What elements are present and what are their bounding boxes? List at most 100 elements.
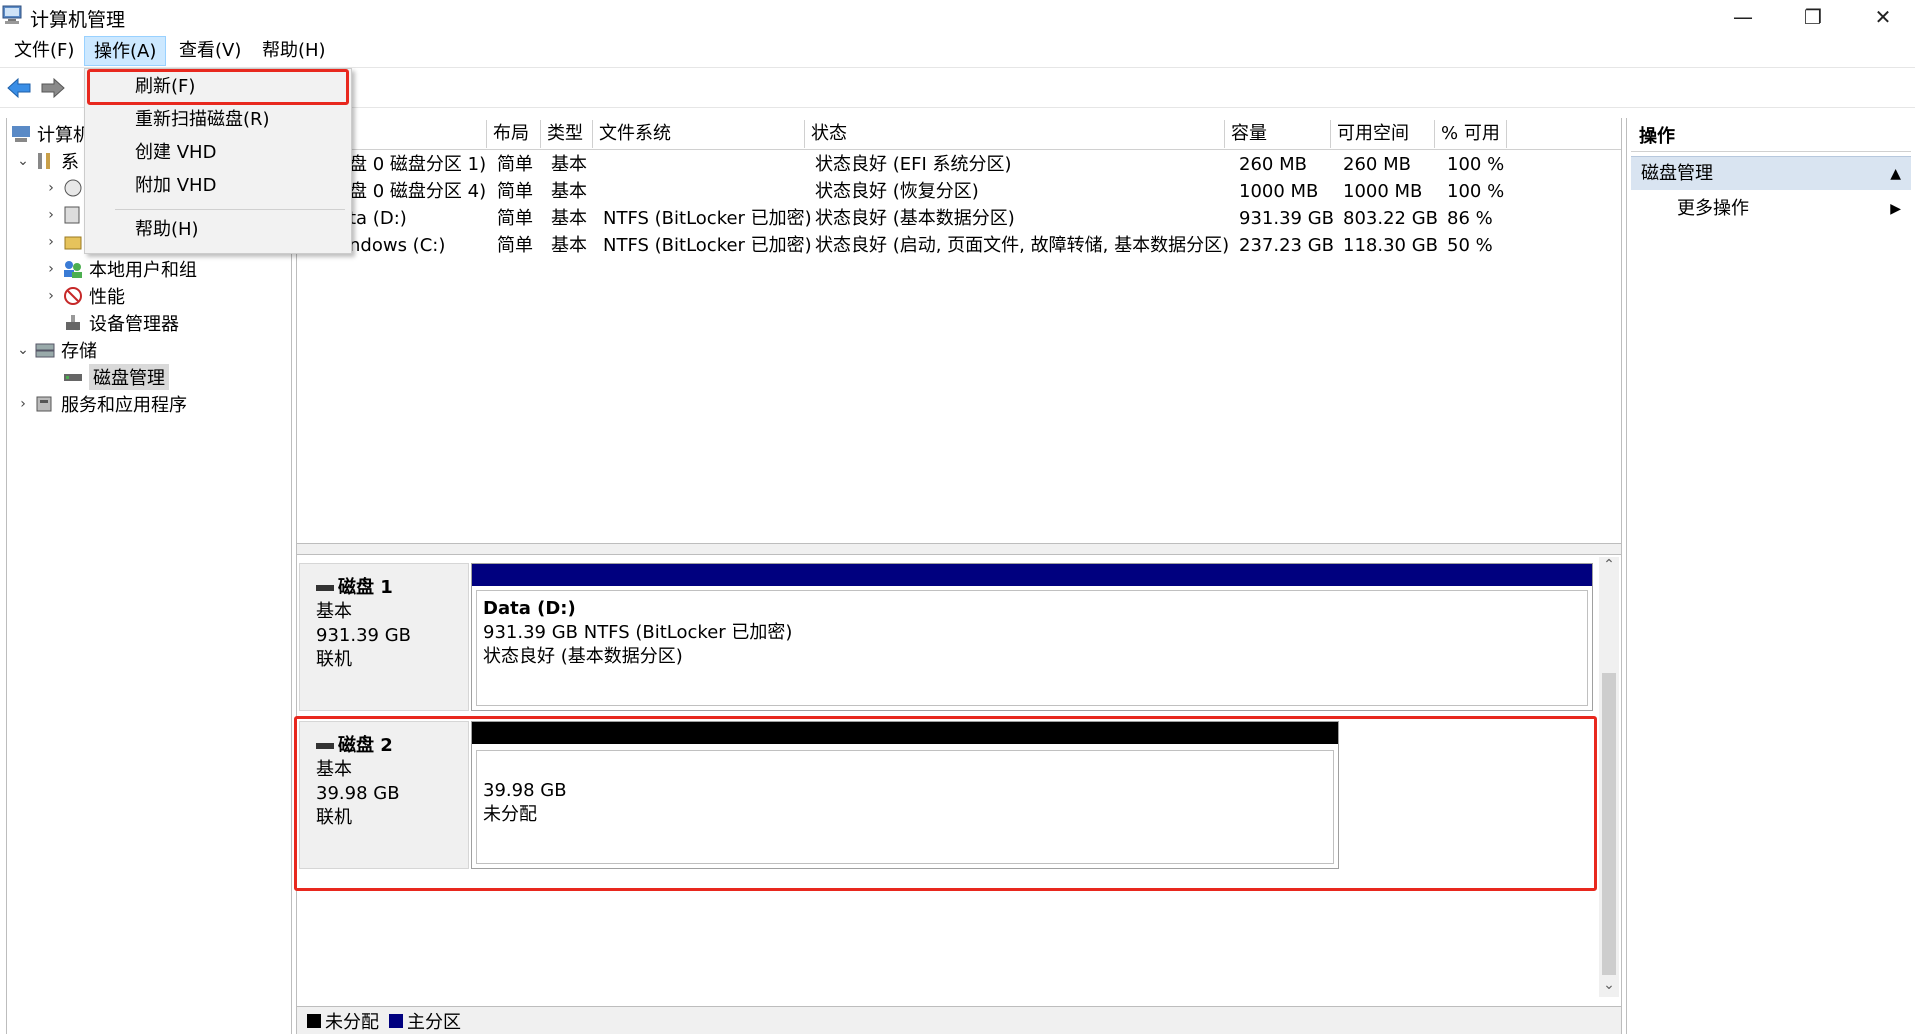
column-header-row: 布局 类型 文件系统 状态 容量 可用空间 % 可用 (297, 118, 1621, 150)
tree-label-local-users: 本地用户和组 (89, 259, 197, 281)
folder-icon (61, 231, 85, 253)
column-header-status[interactable]: 状态 (805, 120, 1225, 148)
column-header-layout[interactable]: 布局 (487, 120, 541, 148)
center-pane: 布局 类型 文件系统 状态 容量 可用空间 % 可用 盘 0 磁盘分区 1) 简… (296, 118, 1622, 1034)
tree-label-disk-management: 磁盘管理 (89, 363, 169, 390)
primary-partition-bar (472, 564, 1592, 586)
clock-icon (61, 177, 85, 199)
tree-label-services: 服务和应用程序 (61, 394, 187, 416)
chevron-right-icon[interactable]: › (13, 396, 33, 412)
tree-item-shared-folders[interactable]: › (41, 228, 89, 255)
column-header-capacity[interactable]: 容量 (1225, 120, 1331, 148)
submenu-arrow-icon: ▶ (1890, 201, 1901, 217)
legend-unallocated: 未分配 (307, 1008, 379, 1034)
tree-item-device-manager[interactable]: 设备管理器 (61, 309, 179, 336)
title-bar: 计算机管理 — ❐ ✕ (0, 0, 1915, 34)
column-header-pct[interactable]: % 可用 (1435, 120, 1507, 148)
close-button[interactable]: ✕ (1848, 0, 1915, 34)
menu-bar: 文件(F) 操作(A) 查看(V) 帮助(H) (0, 34, 1915, 68)
chevron-right-icon[interactable]: › (41, 261, 61, 277)
cell-capacity: 260 MB (1239, 154, 1307, 175)
disk-icon (61, 366, 85, 388)
tree-item-root[interactable]: 计算机 (9, 120, 91, 147)
tree-item-system-tools[interactable]: ⌄ 系 (13, 147, 79, 174)
highlight-refresh (87, 69, 349, 105)
tree-label-root: 计算机 (37, 124, 91, 146)
actions-section-disk-management[interactable]: 磁盘管理 ▲ (1631, 156, 1911, 190)
legend: 未分配 主分区 (297, 1006, 1621, 1034)
cell-volume: ndows (C:) (349, 235, 446, 256)
legend-primary: 主分区 (389, 1008, 461, 1034)
cell-volume: 盘 0 磁盘分区 4) (349, 181, 487, 202)
partition-line2: 状态良好 (基本数据分区) (483, 646, 683, 667)
more-actions[interactable]: 更多操作 ▶ (1677, 194, 1911, 224)
tree-item-services[interactable]: › 服务和应用程序 (13, 390, 187, 417)
cell-layout: 简单 (497, 235, 533, 256)
cell-capacity: 931.39 GB (1239, 208, 1335, 229)
cell-type: 基本 (551, 235, 587, 256)
menu-item-rescan-disks[interactable]: 重新扫描磁盘(R) (85, 105, 351, 135)
collapse-caret-icon[interactable]: ▲ (1890, 157, 1901, 191)
cell-fs: NTFS (BitLocker 已加密) (603, 208, 812, 229)
disk-1-label[interactable]: 磁盘 1 基本 931.39 GB 联机 (299, 563, 469, 711)
tree-item-storage[interactable]: ⌄ 存储 (13, 336, 97, 363)
cell-status: 状态良好 (恢复分区) (815, 181, 979, 202)
tree-item-local-users[interactable]: › 本地用户和组 (41, 255, 197, 282)
forward-arrow-icon[interactable] (38, 74, 68, 102)
scroll-up-icon[interactable]: ⌃ (1599, 557, 1619, 577)
column-header-filesystem[interactable]: 文件系统 (593, 120, 805, 148)
menu-view[interactable]: 查看(V) (170, 36, 250, 66)
chevron-right-icon[interactable]: › (41, 288, 61, 304)
menu-action[interactable]: 操作(A) (84, 36, 167, 66)
navigation-tree: 计算机 ⌄ 系 › › › › 本地用户和组 › 性能 设备管理器 ⌄ 存储 磁… (6, 118, 292, 1034)
storage-icon (33, 339, 57, 361)
actions-pane: 操作 磁盘管理 ▲ 更多操作 ▶ (1626, 118, 1915, 1034)
chevron-down-icon[interactable]: ⌄ (13, 342, 33, 358)
cell-type: 基本 (551, 208, 587, 229)
tree-item-disk-management[interactable]: 磁盘管理 (61, 363, 169, 390)
cell-layout: 简单 (497, 154, 533, 175)
cell-free: 803.22 GB (1343, 208, 1439, 229)
tree-item-scheduler[interactable]: › (41, 174, 89, 201)
pane-splitter[interactable] (297, 543, 1621, 555)
disk-1-size: 931.39 GB (316, 625, 412, 646)
tools-icon (33, 150, 57, 172)
tree-label-performance: 性能 (89, 286, 125, 308)
cell-layout: 简单 (497, 181, 533, 202)
disk-1-state: 联机 (316, 649, 352, 670)
back-arrow-icon[interactable] (4, 74, 34, 102)
cell-pct: 86 % (1447, 208, 1493, 229)
chevron-right-icon[interactable]: › (41, 234, 61, 250)
cell-status: 状态良好 (基本数据分区) (815, 208, 1015, 229)
window-title: 计算机管理 (30, 9, 126, 31)
maximize-button[interactable]: ❐ (1778, 0, 1848, 34)
chevron-right-icon[interactable]: › (41, 180, 61, 196)
partition-title: Data (D:) (483, 598, 576, 619)
tree-item-event-viewer[interactable]: › (41, 201, 89, 228)
menu-help[interactable]: 帮助(H) (253, 36, 335, 66)
performance-icon (61, 285, 85, 307)
tree-item-performance[interactable]: › 性能 (41, 282, 125, 309)
menu-item-help[interactable]: 帮助(H) (85, 215, 351, 245)
chevron-down-icon[interactable]: ⌄ (13, 153, 33, 169)
black-swatch-icon (307, 1013, 321, 1028)
column-header-free[interactable]: 可用空间 (1331, 120, 1435, 148)
menu-item-create-vhd[interactable]: 创建 VHD (85, 138, 351, 168)
scroll-down-icon[interactable]: ⌄ (1599, 977, 1619, 997)
tree-label-device-manager: 设备管理器 (89, 313, 179, 335)
minimize-button[interactable]: — (1708, 0, 1778, 34)
menu-item-attach-vhd[interactable]: 附加 VHD (85, 171, 351, 201)
cell-volume: ta (D:) (349, 208, 407, 229)
computer-icon (9, 123, 33, 145)
scroll-thumb[interactable] (1602, 673, 1616, 975)
highlight-disk-2 (294, 716, 1597, 891)
volume-table: 布局 类型 文件系统 状态 容量 可用空间 % 可用 盘 0 磁盘分区 1) 简… (297, 118, 1621, 543)
partition-data-d[interactable]: Data (D:) 931.39 GB NTFS (BitLocker 已加密)… (471, 563, 1593, 711)
chevron-right-icon[interactable]: › (41, 207, 61, 223)
cell-type: 基本 (551, 154, 587, 175)
cell-free: 1000 MB (1343, 181, 1423, 202)
vertical-scrollbar[interactable]: ⌃ ⌄ (1599, 557, 1619, 997)
menu-file[interactable]: 文件(F) (5, 36, 83, 66)
cell-free: 118.30 GB (1343, 235, 1439, 256)
column-header-type[interactable]: 类型 (541, 120, 593, 148)
